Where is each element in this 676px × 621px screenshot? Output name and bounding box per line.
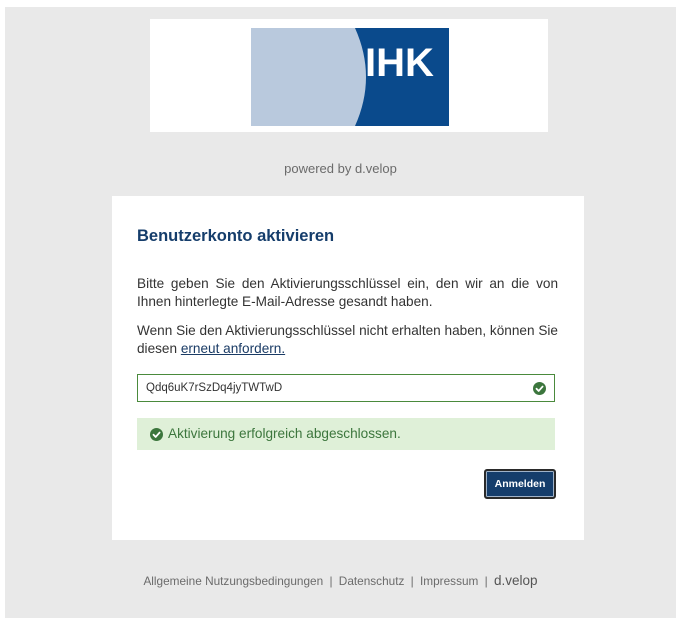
resend-link[interactable]: erneut anfordern.	[181, 341, 285, 356]
terms-link[interactable]: Allgemeine Nutzungsbedingungen	[143, 574, 323, 588]
imprint-link[interactable]: Impressum	[420, 574, 478, 588]
activation-card: Benutzerkonto aktivieren Bitte geben Sie…	[112, 196, 584, 540]
check-circle-icon	[533, 382, 546, 395]
footer-separator: |	[329, 574, 333, 588]
logo-container: IHK	[150, 19, 548, 132]
page-background: IHK powered by d.velop Benutzerkonto akt…	[5, 7, 676, 618]
resend-text: Wenn Sie den Aktivierungsschlüssel nicht…	[137, 322, 558, 358]
login-button[interactable]: Anmelden	[484, 469, 556, 499]
card-title: Benutzerkonto aktivieren	[137, 227, 335, 245]
powered-by-text: powered by d.velop	[284, 161, 397, 176]
ihk-logo-text: IHK	[365, 41, 434, 85]
activation-key-field[interactable]	[137, 374, 555, 402]
dvelop-brand: d.velop	[494, 573, 538, 588]
success-message: Aktivierung erfolgreich abgeschlossen.	[168, 426, 401, 441]
ihk-logo: IHK	[251, 28, 449, 126]
activation-key-input[interactable]	[146, 379, 516, 397]
instruction-text: Bitte geben Sie den Aktivierungsschlüsse…	[137, 276, 558, 309]
footer-separator: |	[410, 574, 414, 588]
footer-links: Allgemeine Nutzungsbedingungen | Datensc…	[5, 573, 676, 588]
privacy-link[interactable]: Datenschutz	[339, 574, 405, 588]
footer-separator: |	[484, 574, 488, 588]
check-circle-icon	[150, 428, 163, 441]
success-alert: Aktivierung erfolgreich abgeschlossen.	[137, 418, 555, 450]
